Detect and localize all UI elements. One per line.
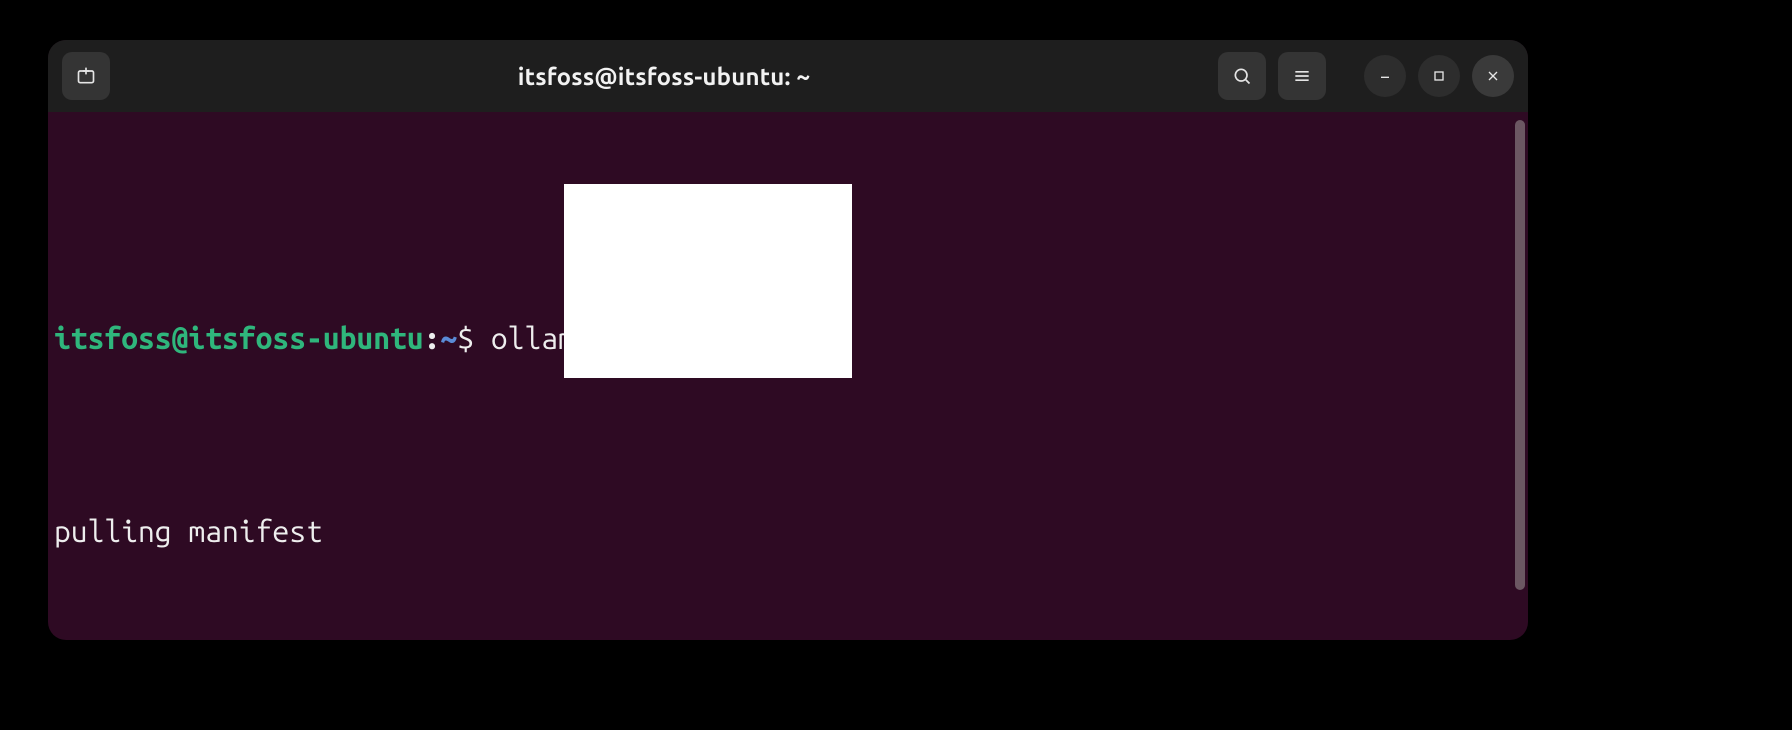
search-icon [1232, 66, 1252, 86]
minimize-button[interactable] [1364, 55, 1406, 97]
close-icon [1485, 68, 1501, 84]
prompt-user: itsfoss@itsfoss-ubuntu [54, 321, 424, 355]
terminal-line: pulling manifest [54, 512, 1514, 551]
window-title: itsfoss@itsfoss-ubuntu: ~ [120, 63, 1208, 90]
close-button[interactable] [1472, 55, 1514, 97]
command-text [474, 321, 491, 355]
titlebar-tool-group [1218, 52, 1326, 100]
maximize-button[interactable] [1418, 55, 1460, 97]
prompt-symbol: $ [457, 321, 474, 355]
terminal-body[interactable]: itsfoss@itsfoss-ubuntu:~$ ollama pull co… [48, 112, 1528, 640]
prompt-path: ~ [440, 321, 457, 355]
new-tab-icon [76, 66, 96, 86]
menu-button[interactable] [1278, 52, 1326, 100]
titlebar-right [1218, 52, 1514, 100]
search-button[interactable] [1218, 52, 1266, 100]
hamburger-icon [1292, 66, 1312, 86]
scrollbar[interactable] [1515, 120, 1525, 590]
maximize-icon [1431, 68, 1447, 84]
prompt-sep: : [424, 321, 441, 355]
titlebar: itsfoss@itsfoss-ubuntu: ~ [48, 40, 1528, 112]
redaction-box [564, 184, 852, 378]
terminal-window: itsfoss@itsfoss-ubuntu: ~ [48, 40, 1528, 640]
minimize-icon [1377, 68, 1393, 84]
new-tab-button[interactable] [62, 52, 110, 100]
